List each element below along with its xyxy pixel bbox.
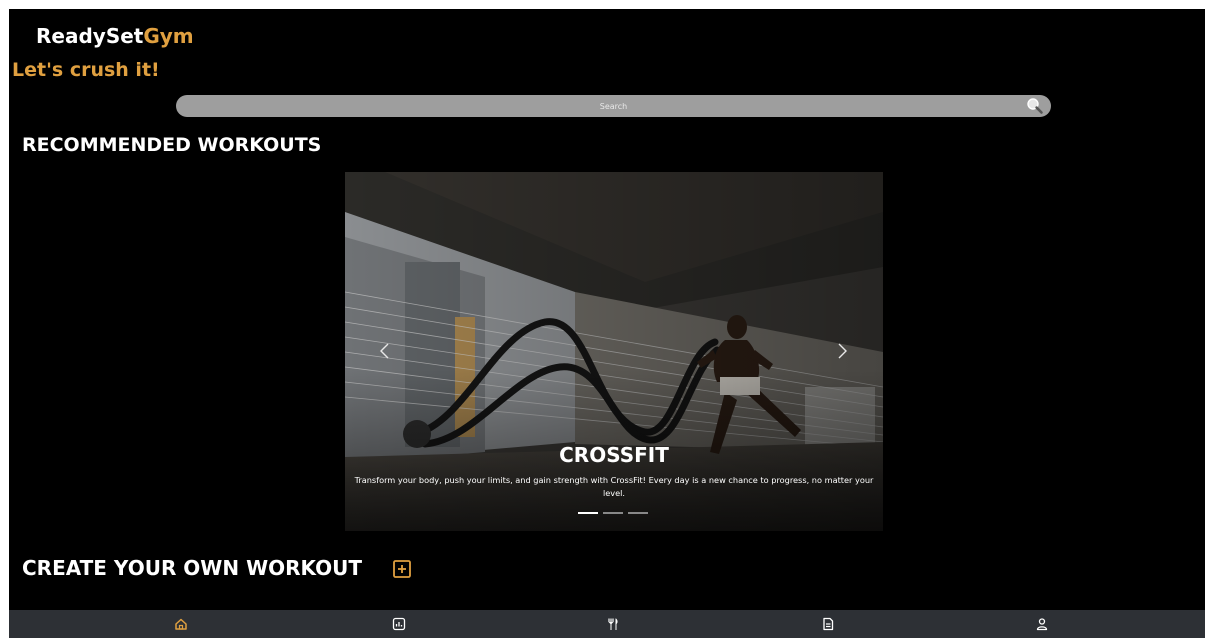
- chevron-right-icon: [838, 343, 847, 359]
- brand-name-part1: ReadySet: [36, 24, 144, 48]
- workout-carousel[interactable]: CROSSFIT Transform your body, push your …: [345, 172, 883, 531]
- carousel-next-button[interactable]: [832, 339, 852, 363]
- carousel-prev-button[interactable]: [375, 339, 395, 363]
- nav-stats-button[interactable]: [391, 616, 407, 632]
- carousel-indicator-2[interactable]: [603, 512, 623, 514]
- document-icon: [823, 617, 834, 631]
- home-icon: [175, 618, 187, 630]
- brand-name-part2: Gym: [143, 24, 194, 48]
- nav-profile-button[interactable]: [1034, 616, 1050, 632]
- user-icon: [1036, 618, 1048, 631]
- app-root: ReadySetGym Let's crush it! RECOMMENDED …: [9, 9, 1205, 638]
- screen-frame: ReadySetGym Let's crush it! RECOMMENDED …: [0, 0, 1214, 638]
- chart-icon: [392, 617, 406, 631]
- chevron-left-icon: [380, 343, 389, 359]
- bottom-navigation: [9, 610, 1205, 638]
- slide-title: CROSSFIT: [559, 443, 669, 467]
- fork-knife-icon: [608, 618, 618, 630]
- search-input[interactable]: [176, 95, 1051, 117]
- slide-description: Transform your body, push your limits, a…: [354, 475, 874, 498]
- nav-nutrition-button[interactable]: [605, 616, 621, 632]
- nav-plans-button[interactable]: [820, 616, 836, 632]
- tagline: Let's crush it!: [12, 59, 160, 81]
- search-icon[interactable]: [1026, 97, 1044, 115]
- create-workout-title: CREATE YOUR OWN WORKOUT: [22, 556, 363, 580]
- carousel-indicators: [578, 512, 658, 516]
- brand-logo: ReadySetGym: [36, 23, 194, 49]
- recommended-workouts-title: RECOMMENDED WORKOUTS: [22, 134, 322, 156]
- carousel-indicator-1[interactable]: [578, 512, 598, 514]
- nav-home-button[interactable]: [173, 616, 189, 632]
- carousel-indicator-3[interactable]: [628, 512, 648, 514]
- add-square-icon[interactable]: [392, 559, 412, 579]
